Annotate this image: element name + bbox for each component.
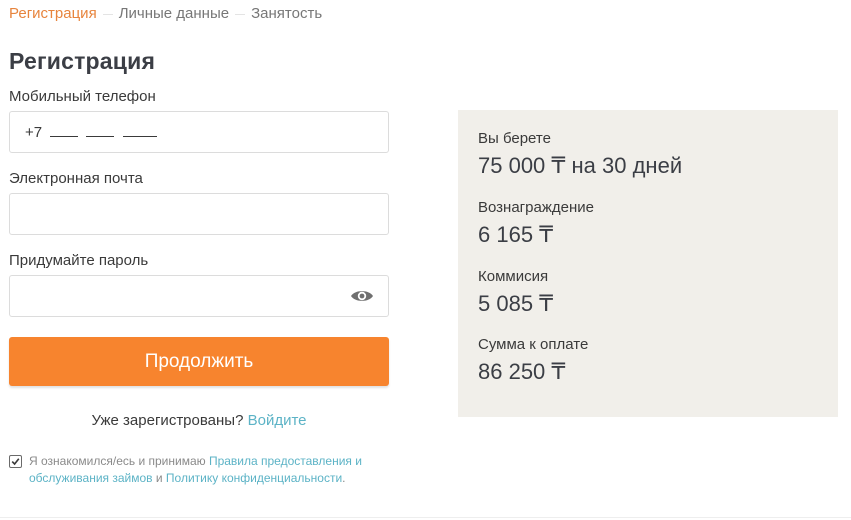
login-question: Уже зарегистрованы?	[91, 412, 244, 429]
consent-text-middle: и	[152, 471, 166, 485]
phone-label: Мобильный телефон	[9, 88, 156, 105]
email-field[interactable]	[9, 193, 389, 235]
footer-divider	[0, 517, 851, 518]
total-label: Сумма к оплате	[478, 336, 589, 353]
phone-input[interactable]: +7	[9, 111, 389, 153]
login-prompt: Уже зарегистрованы? Войдите	[9, 412, 389, 429]
consent-text: Я ознакомился/есь и принимаю Правила пре…	[9, 453, 399, 487]
commission-label: Коммисия	[478, 268, 549, 285]
login-link[interactable]: Войдите	[248, 412, 307, 429]
checkmark-icon	[11, 458, 20, 466]
privacy-policy-link[interactable]: Политику конфиденциальности	[166, 471, 342, 485]
consent-block: Я ознакомился/есь и принимаю Правила пре…	[9, 453, 399, 487]
step-registration[interactable]: Регистрация	[9, 5, 97, 22]
consent-checkbox[interactable]	[9, 455, 22, 468]
amount-value: 75 000 ₸ на 30 дней	[478, 153, 683, 178]
mask-slot	[86, 123, 115, 137]
commission-value: 5 085 ₸	[478, 291, 554, 316]
eye-icon[interactable]	[350, 288, 374, 304]
password-field[interactable]	[9, 275, 389, 317]
page-title: Регистрация	[9, 48, 156, 74]
password-label: Придумайте пароль	[9, 252, 149, 269]
continue-button[interactable]: Продолжить	[9, 337, 389, 386]
reward-value: 6 165 ₸	[478, 222, 554, 247]
progress-steps: Регистрация Личные данные Занятость	[9, 5, 322, 23]
email-label: Электронная почта	[9, 170, 143, 187]
step-divider	[235, 13, 246, 15]
amount-label: Вы берете	[478, 130, 551, 147]
consent-text-after: .	[342, 471, 346, 485]
total-value: 86 250 ₸	[478, 359, 566, 384]
phone-prefix: +7	[25, 124, 43, 141]
phone-mask: +7	[25, 123, 157, 141]
mask-slot	[122, 123, 157, 137]
step-divider	[102, 13, 113, 15]
loan-summary-panel: Вы берете 75 000 ₸ на 30 дней Вознагражд…	[458, 110, 838, 417]
mask-slot	[50, 123, 79, 137]
registration-page: Регистрация Личные данные Занятость Регист…	[0, 0, 851, 520]
step-employment[interactable]: Занятость	[251, 5, 322, 22]
reward-label: Вознаграждение	[478, 199, 594, 216]
step-personal-data[interactable]: Личные данные	[119, 5, 229, 22]
consent-text-before: Я ознакомился/есь и принимаю	[29, 454, 209, 468]
